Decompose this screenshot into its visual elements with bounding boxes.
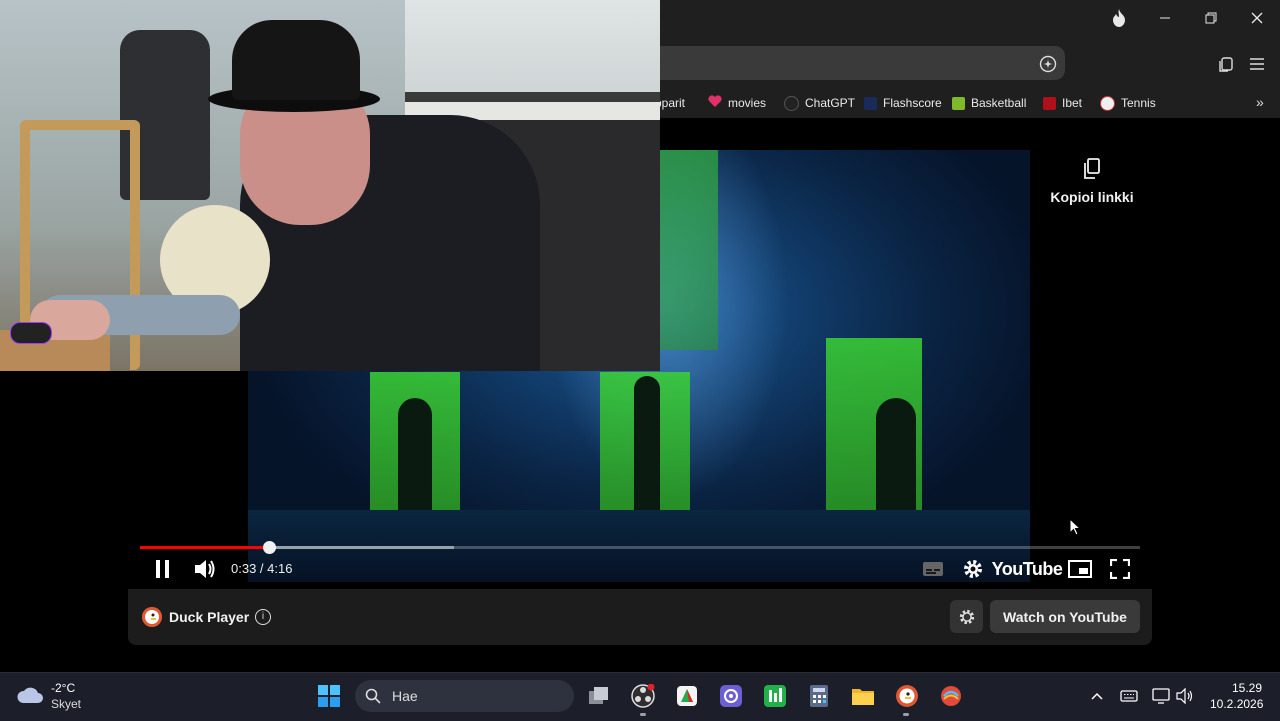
webcam-hat — [232, 20, 360, 100]
gear-icon — [964, 560, 982, 578]
chevron-up-icon[interactable] — [1090, 689, 1104, 707]
bookmark-basketball[interactable]: Basketball — [952, 94, 1026, 112]
running-indicator — [903, 713, 909, 716]
bookmark-label: Flashscore — [883, 96, 942, 110]
settings-button[interactable] — [960, 554, 986, 584]
pause-button[interactable] — [150, 554, 176, 584]
progress-scrubber[interactable] — [263, 541, 276, 554]
bookmark-tennis[interactable]: Tennis — [1100, 94, 1156, 112]
app-purple-icon[interactable] — [719, 684, 743, 708]
subtitles-icon — [923, 562, 943, 576]
bookmark-label: ChatGPT — [805, 96, 856, 110]
task-view-icon[interactable] — [587, 684, 611, 708]
clock-time[interactable]: 15.29 — [1232, 681, 1262, 695]
copy-link-label: Kopioi linkki — [1050, 189, 1134, 205]
webcam-counter — [405, 92, 660, 102]
restore-icon[interactable] — [1188, 0, 1234, 36]
basketball-icon — [952, 96, 965, 110]
clock-date[interactable]: 10.2.2026 — [1210, 697, 1263, 711]
youtube-logo[interactable]: YouTube — [992, 554, 1063, 584]
miniplayer-button[interactable] — [1066, 554, 1094, 584]
close-icon[interactable] — [1234, 0, 1280, 36]
bookmark-chatgpt[interactable]: ChatGPT — [784, 94, 855, 112]
speaker-icon[interactable] — [1176, 687, 1194, 709]
search-icon — [365, 688, 381, 709]
info-icon[interactable]: i — [255, 609, 271, 625]
cursor-icon — [1069, 517, 1082, 542]
obs-icon[interactable] — [631, 684, 655, 708]
duckduckgo-logo-icon — [142, 607, 162, 627]
webcam-overlay — [0, 0, 660, 371]
watch-on-youtube-button[interactable]: Watch on YouTube — [990, 600, 1140, 633]
copy-icon — [1040, 158, 1144, 185]
menu-icon[interactable] — [1247, 54, 1267, 74]
network-icon[interactable] — [1152, 688, 1170, 709]
bookmark-movies[interactable]: movies — [708, 94, 766, 112]
volume-button[interactable] — [191, 554, 219, 584]
weather-temperature[interactable]: -2°C — [51, 681, 75, 695]
copy-link-button[interactable]: Kopioi linkki — [1040, 158, 1144, 205]
miniplayer-icon — [1068, 560, 1092, 578]
time-display: 0:33 / 4:16 — [231, 561, 293, 576]
pause-icon — [156, 560, 169, 578]
running-indicator — [640, 713, 646, 716]
volume-icon — [195, 560, 215, 578]
ai-chat-icon[interactable] — [1038, 54, 1058, 74]
windows-start-icon[interactable] — [317, 684, 341, 708]
gear-icon — [959, 609, 974, 624]
search-placeholder: Hae — [392, 688, 418, 704]
fire-icon[interactable] — [1096, 0, 1142, 36]
bookmark-label: movies — [728, 96, 767, 110]
weather-description[interactable]: Skyet — [51, 697, 81, 711]
app-green-bars-icon[interactable] — [763, 684, 787, 708]
performer-silhouette — [634, 376, 660, 526]
flashscore-icon — [864, 96, 877, 110]
app-multicolor-icon[interactable] — [675, 684, 699, 708]
chatgpt-icon — [784, 95, 799, 111]
address-bar[interactable] — [660, 46, 1065, 80]
bookmark-ibet[interactable]: Ibet — [1043, 94, 1082, 112]
chevron-right-icon[interactable]: » — [1256, 94, 1264, 110]
fullscreen-button[interactable] — [1106, 554, 1134, 584]
heart-icon — [708, 95, 722, 111]
bookmark-flashscore[interactable]: Flashscore — [864, 94, 942, 112]
performer-silhouette — [876, 398, 916, 524]
minimize-icon[interactable] — [1142, 0, 1188, 36]
webcam-mouse — [10, 322, 52, 344]
bookmark-label: Tennis — [1121, 96, 1156, 110]
calculator-icon[interactable] — [807, 684, 831, 708]
progress-played — [140, 546, 269, 549]
tennis-icon — [1100, 95, 1115, 111]
duck-settings-button[interactable] — [950, 600, 983, 633]
subtitles-button[interactable] — [920, 554, 946, 584]
duckduckgo-browser-icon[interactable] — [895, 684, 919, 708]
taskbar-search-box[interactable] — [355, 680, 574, 712]
performer-silhouette — [398, 398, 432, 528]
fullscreen-icon — [1110, 559, 1130, 579]
bookmark-label: Basketball — [971, 96, 1027, 110]
bookmark-label: Ibet — [1062, 96, 1083, 110]
tabs-icon[interactable] — [1216, 54, 1236, 74]
duck-player-title: Duck Player — [169, 609, 250, 625]
ibet-icon — [1043, 96, 1056, 110]
weather-cloud-icon[interactable] — [16, 684, 44, 711]
keyboard-icon[interactable] — [1120, 689, 1138, 708]
app-red-icon[interactable] — [939, 684, 963, 708]
file-explorer-icon[interactable] — [851, 684, 875, 708]
